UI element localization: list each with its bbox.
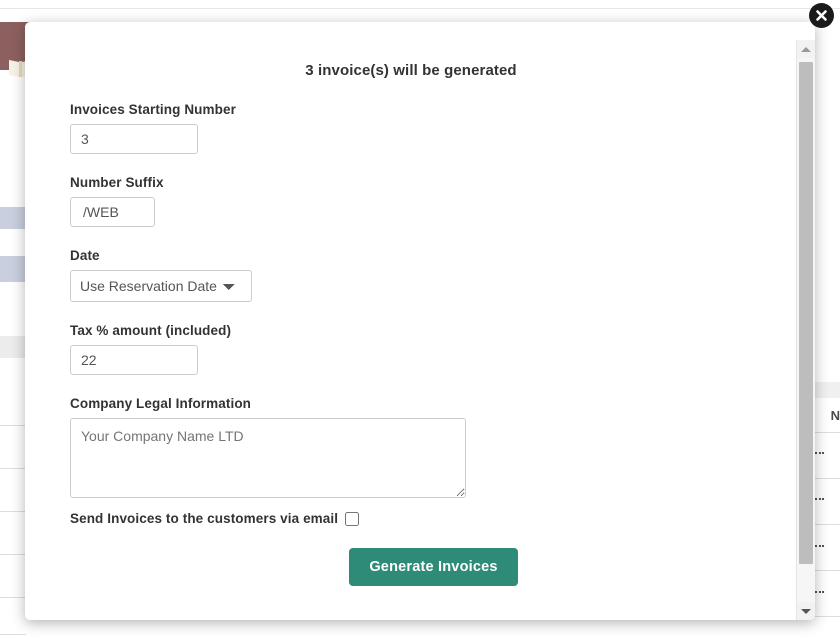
date-select[interactable]: Use Reservation Date [70, 270, 252, 302]
background-row-band [0, 336, 28, 358]
submit-row: Generate Invoices [70, 548, 797, 586]
send-email-label: Send Invoices to the customers via email [70, 511, 339, 526]
scroll-down-button[interactable] [797, 602, 815, 620]
company-legal-info-textarea[interactable] [70, 418, 466, 498]
background-table-line [0, 634, 26, 635]
generate-invoices-button[interactable]: Generate Invoices [349, 548, 518, 586]
close-icon [816, 10, 827, 21]
starting-number-input[interactable] [70, 124, 198, 154]
send-email-row: Send Invoices to the customers via email [70, 511, 797, 526]
company-legal-info-label: Company Legal Information [70, 396, 252, 411]
field-group-tax: Tax % amount (included) [70, 323, 797, 375]
background-table-line [0, 425, 26, 426]
arrow-down-icon [801, 608, 811, 614]
send-email-checkbox[interactable] [345, 511, 360, 526]
field-group-date: Date Use Reservation Date [70, 248, 797, 302]
tax-amount-input[interactable] [70, 345, 198, 375]
background-table-line [0, 511, 26, 512]
close-button[interactable] [809, 3, 834, 28]
date-label: Date [70, 248, 100, 263]
field-group-legal-info: Company Legal Information [70, 396, 797, 498]
background-table-line [0, 597, 26, 598]
starting-number-label: Invoices Starting Number [70, 102, 236, 117]
tax-label: Tax % amount (included) [70, 323, 232, 338]
invoice-form: Invoices Starting Number Number Suffix D… [25, 79, 797, 586]
modal-body: 3 invoice(s) will be generated Invoices … [25, 22, 797, 620]
background-table-line [0, 554, 26, 555]
background-column-header: N [830, 408, 840, 423]
field-group-starting-number: Invoices Starting Number [70, 102, 797, 154]
arrow-up-icon [801, 46, 811, 52]
background-table-line [0, 468, 26, 469]
invoice-generation-modal: 3 invoice(s) will be generated Invoices … [25, 22, 815, 620]
scrollbar-thumb[interactable] [799, 62, 813, 564]
modal-scrollbar[interactable] [796, 40, 815, 620]
background-top-strip [0, 0, 840, 9]
scroll-up-button[interactable] [797, 40, 815, 58]
modal-title: 3 invoice(s) will be generated [305, 62, 517, 79]
field-group-suffix: Number Suffix [70, 175, 797, 227]
number-suffix-input[interactable] [70, 197, 155, 227]
number-suffix-label: Number Suffix [70, 175, 164, 190]
